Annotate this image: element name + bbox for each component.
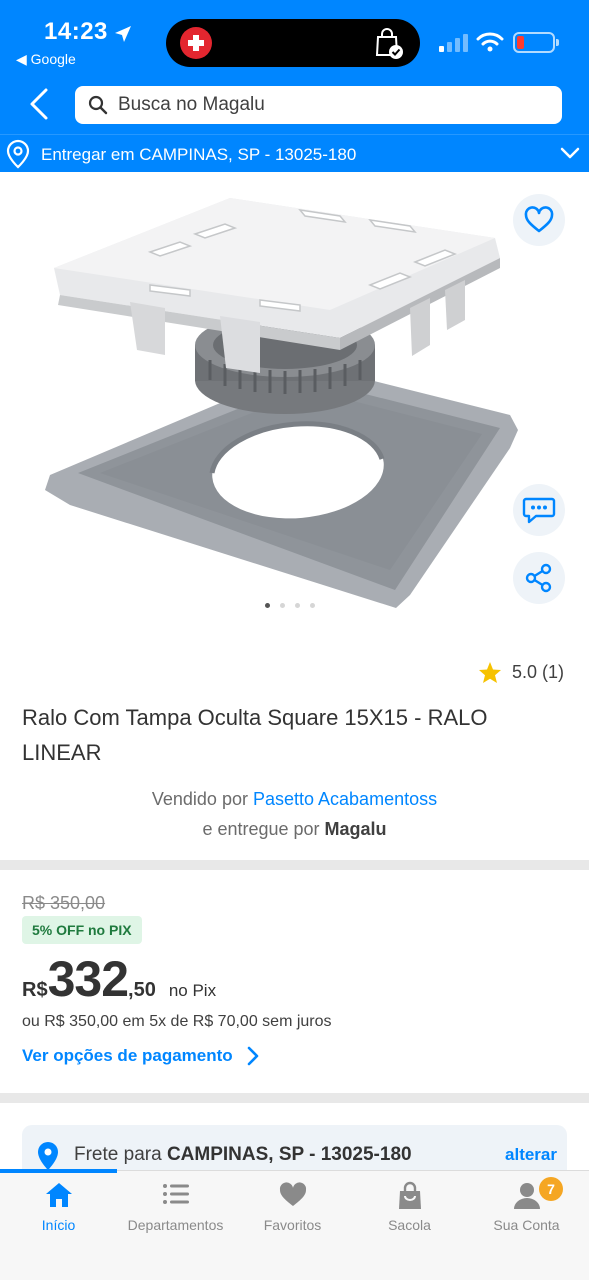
tab-sacola[interactable]: Sacola (351, 1171, 468, 1241)
tab-label: Sua Conta (493, 1217, 560, 1233)
tab-label: Favoritos (263, 1217, 322, 1233)
share-icon (525, 563, 552, 593)
share-button[interactable] (513, 552, 565, 604)
payment-options-label: Ver opções de pagamento (22, 1046, 233, 1065)
product-image (45, 198, 518, 608)
seller-link[interactable]: Pasetto Acabamentoss (253, 789, 437, 809)
product-rating[interactable]: 5.0 (1) (478, 661, 564, 684)
location-pin-icon (6, 139, 30, 169)
dynamic-island (166, 19, 420, 67)
shipping-prefix: Frete para (74, 1144, 162, 1165)
favorite-button[interactable] (513, 194, 565, 246)
delivery-address-text: Entregar em CAMPINAS, SP - 13025-180 (41, 145, 357, 164)
list-icon (162, 1184, 189, 1204)
product-title: Ralo Com Tampa Oculta Square 15X15 - RAL… (22, 705, 488, 765)
notification-badge: 7 (539, 1177, 563, 1201)
delivered-by-label: e entregue por (202, 819, 320, 839)
tab-label: Início (41, 1217, 76, 1233)
price-integer: 332 (47, 951, 129, 1007)
search-input[interactable]: Busca no Magalu (75, 86, 562, 124)
chevron-down-icon (560, 147, 580, 159)
shipping-destination: Frete para CAMPINAS, SP - 13025-180 (74, 1144, 412, 1166)
rating-value: 5.0 (1) (512, 662, 565, 682)
sold-by-label: Vendido por (151, 789, 248, 809)
tab-label: Departamentos (127, 1217, 224, 1233)
app-header: 14:23 ◀ Google Busca no Magalu Entregar … (0, 0, 589, 172)
tab-label: Sacola (388, 1217, 431, 1233)
bottom-tab-bar: Início Departamentos Favoritos Sacola 7 … (0, 1169, 589, 1280)
chat-icon (522, 497, 556, 524)
change-address-link[interactable]: alterar (505, 1145, 557, 1165)
pix-price: R$ 332 ,50 no Pix (22, 950, 216, 1008)
seller-info: Vendido por Pasetto Acabamentoss e entre… (0, 784, 589, 844)
search-icon (88, 95, 108, 115)
price-method: no Pix (168, 981, 217, 1000)
tab-sua-conta[interactable]: 7 Sua Conta (468, 1171, 585, 1241)
shipping-place: CAMPINAS, SP - 13025-180 (166, 1144, 412, 1165)
price-currency: R$ (22, 979, 48, 1001)
gallery-pagination (265, 603, 315, 608)
delivery-address-bar[interactable]: Entregar em CAMPINAS, SP - 13025-180 (0, 134, 589, 172)
status-bar: 14:23 ◀ Google (0, 0, 589, 80)
delivered-by-name: Magalu (324, 819, 387, 839)
gallery-dot[interactable] (310, 603, 315, 608)
cellular-signal-icon (439, 34, 468, 52)
search-placeholder: Busca no Magalu (118, 94, 265, 115)
section-divider (0, 860, 589, 870)
product-gallery[interactable] (0, 172, 589, 632)
user-icon (513, 1183, 540, 1209)
chevron-left-icon[interactable] (26, 86, 54, 122)
tab-favoritos[interactable]: Favoritos (234, 1171, 351, 1241)
back-to-app-link[interactable]: ◀ Google (16, 51, 76, 68)
chevron-right-icon (247, 1046, 258, 1066)
gallery-dot[interactable] (265, 603, 270, 608)
status-time: 14:23 (44, 18, 108, 45)
gallery-dot[interactable] (295, 603, 300, 608)
tab-departamentos[interactable]: Departamentos (117, 1171, 234, 1241)
installments-text: ou R$ 350,00 em 5x de R$ 70,00 sem juros (22, 1013, 332, 1030)
wifi-icon (476, 32, 504, 52)
heart-icon (524, 206, 554, 233)
price-cents: ,50 (128, 979, 156, 1001)
bag-icon (398, 1181, 421, 1209)
heart-icon (279, 1182, 306, 1206)
shopping-bag-check-icon (375, 28, 403, 59)
gallery-dot[interactable] (280, 603, 285, 608)
discount-badge: 5% OFF no PIX (22, 916, 142, 944)
location-pin-icon (38, 1142, 58, 1170)
battery-icon (513, 32, 559, 53)
tab-inicio[interactable]: Início (0, 1171, 117, 1241)
star-icon (479, 662, 501, 683)
original-price: R$ 350,00 (22, 893, 106, 913)
chat-button[interactable] (513, 484, 565, 536)
payment-options-link[interactable]: Ver opções de pagamento (22, 1046, 259, 1066)
app-badge-icon (180, 27, 212, 59)
location-arrow-icon (115, 26, 131, 42)
section-divider (0, 1093, 589, 1103)
home-icon (45, 1183, 72, 1207)
